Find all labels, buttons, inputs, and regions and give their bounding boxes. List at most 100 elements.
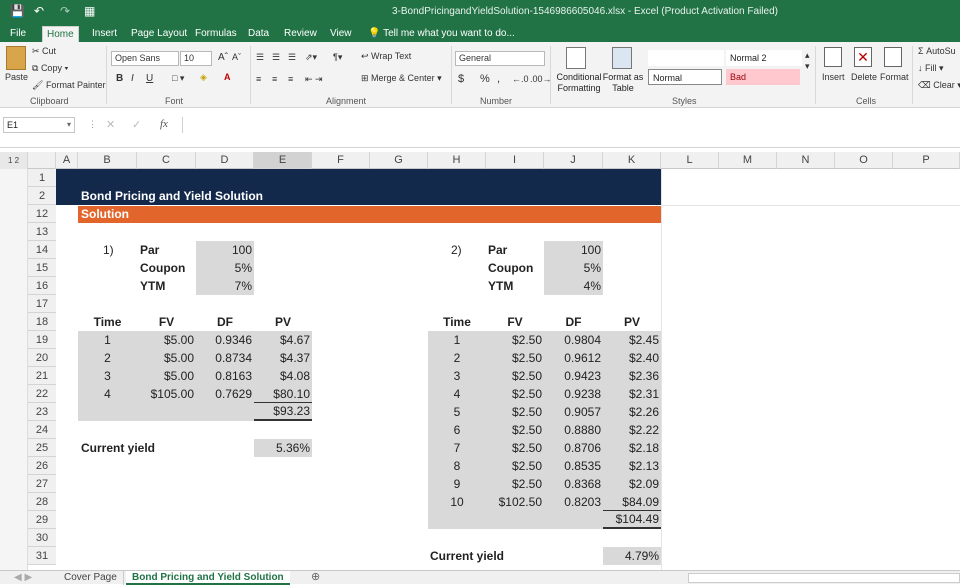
indent-icon[interactable]: ⇤ ⇥ — [305, 74, 323, 85]
col-header-b[interactable]: B — [78, 152, 137, 169]
paste-button[interactable]: Paste — [5, 72, 28, 82]
p1-current-yield-value[interactable]: 5.36% — [254, 440, 310, 457]
p1-ytm-value[interactable]: 7% — [196, 278, 252, 295]
tab-review[interactable]: Review — [280, 26, 321, 42]
text-direction-icon[interactable]: ¶▾ — [333, 52, 342, 63]
conditional-formatting-icon[interactable] — [566, 47, 586, 69]
orientation-icon[interactable]: ⇗▾ — [305, 52, 317, 63]
col-header-g[interactable]: G — [370, 152, 428, 169]
p2-cell[interactable]: $84.09 — [603, 494, 659, 511]
styles-scroll-icon[interactable]: ▴ ▾ — [805, 50, 810, 72]
p2-cell[interactable]: $102.50 — [486, 494, 542, 511]
p1-par-value[interactable]: 100 — [196, 242, 252, 259]
p2-cell[interactable]: $2.50 — [486, 368, 542, 385]
tell-me-search[interactable]: 💡 Tell me what you want to do... — [364, 26, 519, 42]
enter-icon[interactable]: ✓ — [132, 118, 141, 131]
style-normal-2[interactable]: Normal 2 — [726, 50, 802, 66]
insert-cells-icon[interactable] — [824, 47, 842, 67]
font-color-icon[interactable]: A — [224, 72, 231, 82]
p1-cell[interactable]: $5.00 — [137, 368, 194, 385]
decrease-decimal-icon[interactable]: .00→ — [530, 74, 552, 84]
p2-cell[interactable]: 0.8880 — [544, 422, 601, 439]
font-size-select[interactable]: 10 — [180, 51, 212, 66]
p2-cell[interactable]: $2.50 — [486, 404, 542, 421]
p2-cell[interactable]: 9 — [428, 476, 486, 493]
row-header-19[interactable]: 19 — [28, 331, 56, 349]
col-header-j[interactable]: J — [544, 152, 603, 169]
conditional-formatting-button[interactable]: Conditional Formatting — [556, 72, 602, 94]
p1-total-pv[interactable]: $93.23 — [254, 403, 310, 420]
format-button[interactable]: Format — [880, 72, 909, 82]
wrap-text-button[interactable]: ↩ Wrap Text — [361, 51, 411, 62]
col-header-n[interactable]: N — [777, 152, 835, 169]
horizontal-scrollbar[interactable] — [688, 573, 960, 583]
copy-button[interactable]: ⧉ Copy ▾ — [32, 63, 68, 74]
col-header-l[interactable]: L — [661, 152, 719, 169]
tab-insert[interactable]: Insert — [88, 26, 121, 42]
row-header-13[interactable]: 13 — [28, 223, 56, 241]
shrink-font-icon[interactable]: Aˇ — [232, 52, 241, 62]
select-all-corner[interactable] — [28, 152, 56, 169]
customize-icon[interactable]: ▦ — [84, 4, 95, 18]
merge-center-button[interactable]: ⊞ Merge & Center ▾ — [361, 73, 442, 84]
col-header-m[interactable]: M — [719, 152, 777, 169]
row-header-27[interactable]: 27 — [28, 475, 56, 493]
p2-cell[interactable]: 0.8706 — [544, 440, 601, 457]
p2-cell[interactable]: $2.31 — [603, 386, 659, 403]
col-header-e[interactable]: E — [254, 152, 312, 169]
p2-cell[interactable]: $2.40 — [603, 350, 659, 367]
p1-cell[interactable]: 0.8734 — [196, 350, 252, 367]
tab-home[interactable]: Home — [42, 26, 79, 42]
p2-cell[interactable]: 0.9612 — [544, 350, 601, 367]
p1-cell[interactable]: $80.10 — [254, 386, 310, 403]
p2-cell[interactable]: 0.9057 — [544, 404, 601, 421]
p1-cell[interactable]: $5.00 — [137, 350, 194, 367]
p2-cell[interactable]: 0.9238 — [544, 386, 601, 403]
row-header-14[interactable]: 14 — [28, 241, 56, 259]
increase-decimal-icon[interactable]: ←.0 — [512, 74, 529, 84]
add-sheet-icon[interactable]: ⊕ — [305, 571, 326, 585]
row-header-17[interactable]: 17 — [28, 295, 56, 313]
row-header-28[interactable]: 28 — [28, 493, 56, 511]
tab-page-layout[interactable]: Page Layout — [127, 26, 191, 42]
delete-cells-icon[interactable]: ✕ — [854, 47, 872, 67]
p2-cell[interactable]: 0.9423 — [544, 368, 601, 385]
align-top-icon[interactable]: ☰ — [256, 52, 264, 63]
p2-cell[interactable]: 4 — [428, 386, 486, 403]
clear-button[interactable]: ⌫ Clear ▾ — [918, 80, 960, 91]
p2-cell[interactable]: $2.50 — [486, 458, 542, 475]
undo-icon[interactable]: ↶ — [34, 4, 44, 18]
p1-cell[interactable]: 2 — [78, 350, 137, 367]
p1-cell[interactable]: $105.00 — [137, 386, 194, 403]
p2-cell[interactable]: 0.9804 — [544, 332, 601, 349]
col-header-c[interactable]: C — [137, 152, 196, 169]
p2-coupon-value[interactable]: 5% — [544, 260, 601, 277]
tab-scroll-icon[interactable]: ◀ ▶ — [8, 571, 38, 585]
p1-cell[interactable]: 0.9346 — [196, 332, 252, 349]
p2-cell[interactable]: $2.50 — [486, 386, 542, 403]
grow-font-icon[interactable]: Aˆ — [218, 52, 228, 63]
borders-icon[interactable]: □ ▾ — [172, 73, 184, 84]
p2-cell[interactable]: $2.50 — [486, 422, 542, 439]
sheet-tab-bond-pricing[interactable]: Bond Pricing and Yield Solution — [126, 571, 290, 585]
fill-color-icon[interactable]: ◈ — [200, 72, 207, 83]
col-header-f[interactable]: F — [312, 152, 370, 169]
p1-coupon-value[interactable]: 5% — [196, 260, 252, 277]
tab-view[interactable]: View — [326, 26, 356, 42]
p2-cell[interactable]: $2.50 — [486, 350, 542, 367]
row-header-30[interactable]: 30 — [28, 529, 56, 547]
p2-cell[interactable]: $2.45 — [603, 332, 659, 349]
p2-cell[interactable]: 7 — [428, 440, 486, 457]
italic-button[interactable]: I — [131, 73, 134, 84]
p1-cell[interactable]: 1 — [78, 332, 137, 349]
p2-cell[interactable]: $2.26 — [603, 404, 659, 421]
outline-level-buttons[interactable]: 1 2 — [0, 152, 28, 169]
underline-button[interactable]: U — [146, 73, 153, 84]
paste-icon[interactable] — [6, 46, 26, 70]
row-header-26[interactable]: 26 — [28, 457, 56, 475]
redo-icon[interactable]: ↷ — [60, 4, 70, 18]
row-header-12[interactable]: 12 — [28, 205, 56, 223]
p2-cell[interactable]: $2.36 — [603, 368, 659, 385]
col-header-k[interactable]: K — [603, 152, 661, 169]
p2-total-pv[interactable]: $104.49 — [603, 511, 659, 528]
